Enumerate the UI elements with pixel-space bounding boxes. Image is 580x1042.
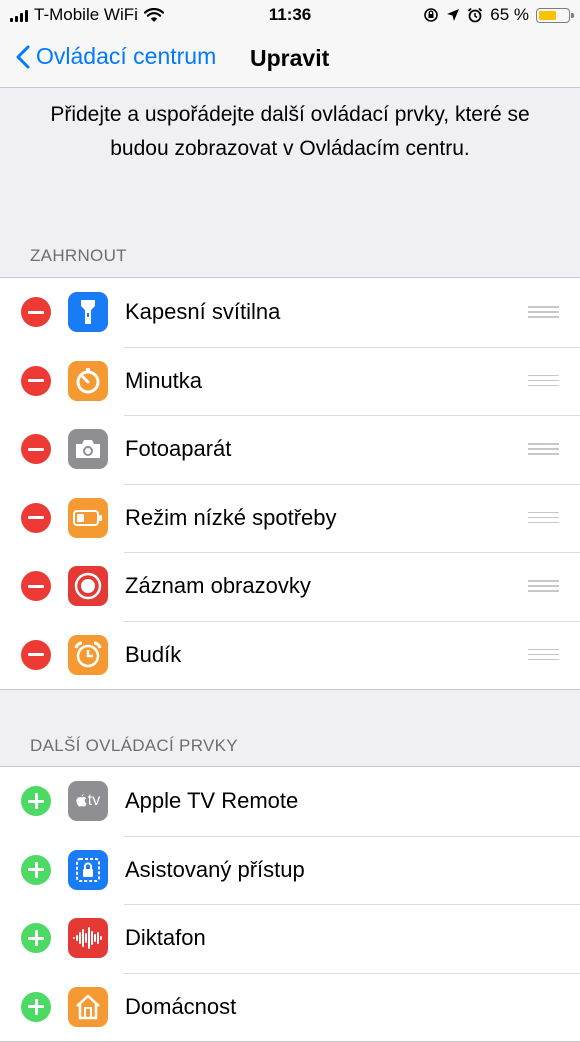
- apple-tv-icon: tv: [68, 781, 108, 821]
- item-label: Domácnost: [125, 993, 237, 1019]
- back-button[interactable]: Ovládací centrum: [16, 43, 216, 70]
- remove-button[interactable]: [21, 297, 51, 327]
- timer-icon: [68, 360, 108, 401]
- battery-percent: 65 %: [490, 5, 529, 24]
- list-item: tv Apple TV Remote: [0, 767, 580, 836]
- status-right: 65 %: [423, 5, 574, 25]
- included-list: Kapesní svítilna Minutka Fotoaparát Reži…: [0, 277, 580, 690]
- home-icon: [68, 986, 108, 1027]
- guided-access-icon: [68, 849, 108, 890]
- add-button[interactable]: [21, 854, 51, 885]
- add-button[interactable]: [21, 923, 51, 953]
- remove-button[interactable]: [21, 434, 51, 464]
- orientation-lock-icon: [424, 8, 439, 22]
- intro-text: Přidejte a uspořádejte další ovládací pr…: [50, 103, 530, 160]
- list-item: Kapesní svítilna: [0, 278, 580, 347]
- add-button[interactable]: [21, 991, 51, 1022]
- list-item: Záznam obrazovky: [0, 552, 580, 621]
- add-button[interactable]: [21, 786, 51, 816]
- item-label: Apple TV Remote: [125, 788, 299, 813]
- page-title: Upravit: [250, 45, 330, 71]
- location-icon: [447, 9, 460, 21]
- reorder-handle[interactable]: [528, 580, 559, 592]
- status-bar: T-Mobile WiFi 11:36 65 %: [0, 0, 580, 30]
- voice-memos-icon: [68, 918, 108, 958]
- remove-button[interactable]: [21, 365, 51, 396]
- list-item: Budík: [0, 620, 580, 690]
- remove-button[interactable]: [21, 571, 51, 601]
- back-button-label: Ovládací centrum: [36, 43, 217, 69]
- camera-icon: [68, 429, 108, 469]
- item-label: Budík: [125, 641, 182, 667]
- item-label: Kapesní svítilna: [125, 299, 281, 324]
- remove-button[interactable]: [21, 502, 51, 533]
- reorder-handle[interactable]: [528, 511, 559, 524]
- list-item: Diktafon: [0, 904, 580, 973]
- flashlight-icon: [68, 292, 108, 332]
- reorder-handle[interactable]: [528, 374, 559, 387]
- list-item: Fotoaparát: [0, 415, 580, 484]
- section-header-more: DALŠÍ OVLÁDACÍ PRVKY: [30, 736, 238, 755]
- chevron-left-icon: [16, 45, 30, 68]
- apple-logo-icon: [76, 794, 87, 807]
- alarm-icon: [468, 7, 483, 23]
- item-label: Režim nízké spotřeby: [125, 504, 337, 530]
- battery-icon: [536, 7, 574, 23]
- screen-record-icon: [68, 566, 108, 606]
- apple-tv-icon-text: tv: [87, 792, 101, 809]
- reorder-handle[interactable]: [528, 306, 559, 318]
- item-label: Diktafon: [125, 925, 206, 950]
- reorder-handle[interactable]: [528, 443, 559, 455]
- list-item: Režim nízké spotřeby: [0, 483, 580, 553]
- alarm-clock-icon: [68, 634, 108, 675]
- item-label: Fotoaparát: [125, 436, 232, 461]
- navigation-bar: Ovládací centrum Upravit: [0, 30, 580, 88]
- list-item: Minutka: [0, 346, 580, 416]
- reorder-handle[interactable]: [528, 648, 559, 661]
- item-label: Záznam obrazovky: [125, 573, 311, 598]
- battery-low-power-icon: [68, 497, 108, 538]
- list-item: Asistovaný přístup: [0, 835, 580, 905]
- more-list: tv Apple TV Remote Asistovaný přístup Di…: [0, 766, 580, 1042]
- section-header-included: ZAHRNOUT: [30, 246, 127, 265]
- item-label: Asistovaný přístup: [125, 856, 305, 882]
- remove-button[interactable]: [21, 639, 51, 670]
- item-label: Minutka: [125, 367, 203, 393]
